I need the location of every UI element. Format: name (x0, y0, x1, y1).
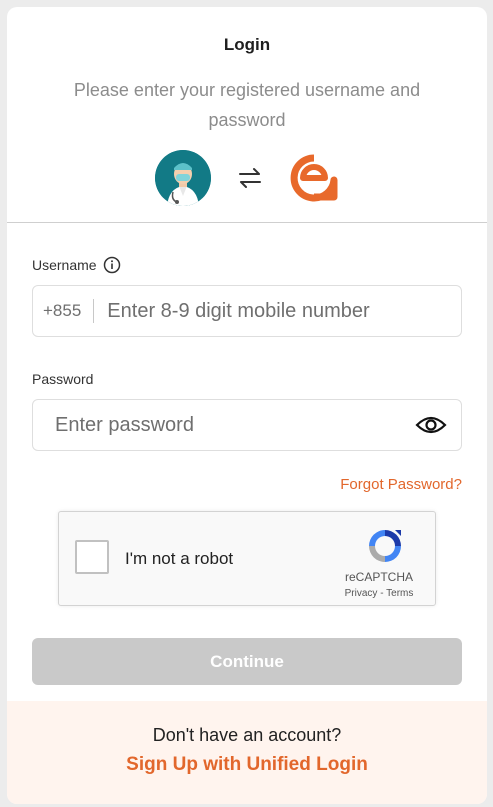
login-card: Login Please enter your registered usern… (7, 7, 487, 804)
username-label: Username (32, 257, 97, 273)
info-icon[interactable] (103, 256, 121, 274)
username-field: +855 (32, 285, 462, 337)
recaptcha-widget: I'm not a robot reCAPTCHA Privacy - Term… (58, 511, 436, 606)
eye-icon[interactable] (415, 413, 447, 437)
forgot-password-link[interactable]: Forgot Password? (32, 476, 462, 493)
password-label-row: Password (32, 369, 462, 389)
username-label-row: Username (32, 255, 462, 275)
login-form: Username +855 Password (7, 223, 487, 685)
continue-button[interactable]: Continue (32, 638, 462, 685)
recaptcha-brand: reCAPTCHA (344, 570, 413, 584)
country-code-prefix: +855 (33, 299, 95, 323)
recaptcha-links[interactable]: Privacy - Terms (337, 588, 421, 599)
password-input[interactable] (33, 400, 415, 450)
recaptcha-logo-icon (365, 526, 405, 566)
login-header: Login Please enter your registered usern… (7, 7, 487, 223)
logo-row (7, 150, 487, 206)
password-label: Password (32, 371, 94, 387)
password-field (32, 399, 462, 451)
doctor-avatar-icon (155, 150, 211, 206)
brand-logo-icon (289, 153, 339, 203)
signup-link[interactable]: Sign Up with Unified Login (7, 754, 487, 776)
username-input[interactable] (94, 286, 461, 336)
signup-footer: Don't have an account? Sign Up with Unif… (7, 701, 487, 804)
page-subtitle: Please enter your registered username an… (73, 80, 421, 130)
page-title: Login (223, 35, 271, 54)
signup-question: Don't have an account? (152, 725, 342, 745)
swap-arrows-icon (235, 163, 265, 193)
recaptcha-label: I'm not a robot (125, 549, 234, 568)
recaptcha-checkbox[interactable] (75, 540, 109, 574)
